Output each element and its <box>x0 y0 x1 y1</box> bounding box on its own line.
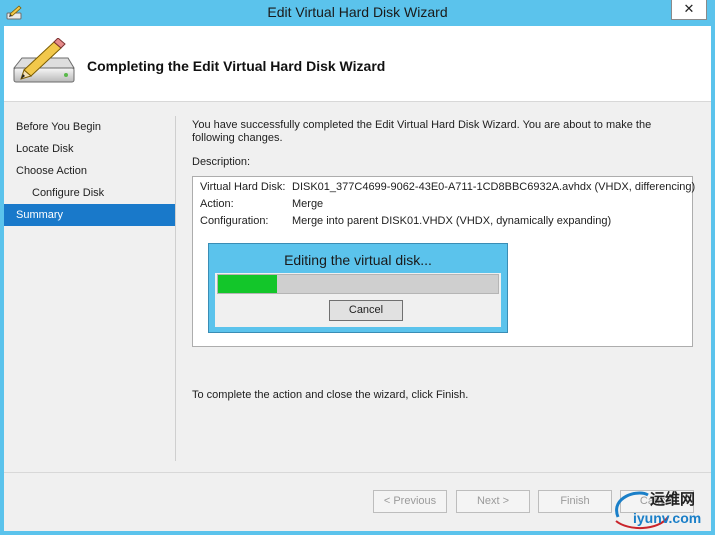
description-box: Virtual Hard Disk: DISK01_377C4699-9062-4… <box>192 176 695 347</box>
finish-instruction: To complete the action and close the wiz… <box>192 389 469 401</box>
nav-item-locate-disk[interactable]: Locate Disk <box>4 138 176 160</box>
close-button[interactable]: ✕ <box>671 0 707 20</box>
page-title: Completing the Edit Virtual Hard Disk Wi… <box>87 58 386 74</box>
detail-value: Merge into parent DISK01.VHDX (VHDX, dyn… <box>292 215 612 227</box>
watermark-text-cn: 运维网 <box>650 491 696 508</box>
finish-button[interactable]: Finish <box>538 490 612 513</box>
detail-row: Configuration: Merge into parent DISK01.V… <box>200 215 611 227</box>
wizard-steps-nav: Before You Begin Locate Disk Choose Acti… <box>4 116 176 226</box>
detail-key: Virtual Hard Disk: <box>200 181 286 193</box>
nav-item-choose-action[interactable]: Choose Action <box>4 160 176 182</box>
nav-divider <box>175 116 176 461</box>
progress-cancel-button[interactable]: Cancel <box>329 300 403 321</box>
footer-divider <box>4 472 711 473</box>
summary-content: You have successfully completed the Edit… <box>192 119 697 401</box>
close-icon: ✕ <box>683 1 695 16</box>
nav-item-before-you-begin[interactable]: Before You Begin <box>4 116 176 138</box>
detail-row: Virtual Hard Disk: DISK01_377C4699-9062-4… <box>200 181 695 193</box>
next-button[interactable]: Next > <box>456 490 530 513</box>
window-title: Edit Virtual Hard Disk Wizard <box>267 4 448 20</box>
detail-row: Action: Merge <box>200 198 323 210</box>
description-label: Description: <box>192 156 251 168</box>
detail-value: DISK01_377C4699-9062-43E0-A711-1CD8BBC69… <box>292 181 696 193</box>
disk-pencil-icon <box>12 38 75 83</box>
nav-item-summary[interactable]: Summary <box>4 204 176 226</box>
progress-body: Cancel <box>215 273 501 327</box>
previous-button[interactable]: < Previous <box>373 490 447 513</box>
wizard-window: Edit Virtual Hard Disk Wizard ✕ Completi… <box>0 0 715 535</box>
wizard-header: Completing the Edit Virtual Hard Disk Wi… <box>4 26 711 102</box>
detail-key: Configuration: <box>200 215 269 227</box>
nav-item-configure-disk[interactable]: Configure Disk <box>4 182 176 204</box>
watermark-text-domain: iyunv.com <box>633 510 702 526</box>
progress-dialog: Editing the virtual disk... Cancel <box>208 243 508 333</box>
progress-bar <box>217 274 499 294</box>
progress-title: Editing the virtual disk... <box>284 252 432 268</box>
title-bar[interactable]: Edit Virtual Hard Disk Wizard ✕ <box>0 0 715 26</box>
intro-text: You have successfully completed the Edit… <box>192 119 652 144</box>
progress-bar-fill <box>218 275 277 293</box>
detail-key: Action: <box>200 198 234 210</box>
watermark-logo: 运维网 iyunv.com <box>608 487 715 533</box>
detail-value: Merge <box>292 198 324 210</box>
wizard-client-area: Completing the Edit Virtual Hard Disk Wi… <box>4 26 711 531</box>
